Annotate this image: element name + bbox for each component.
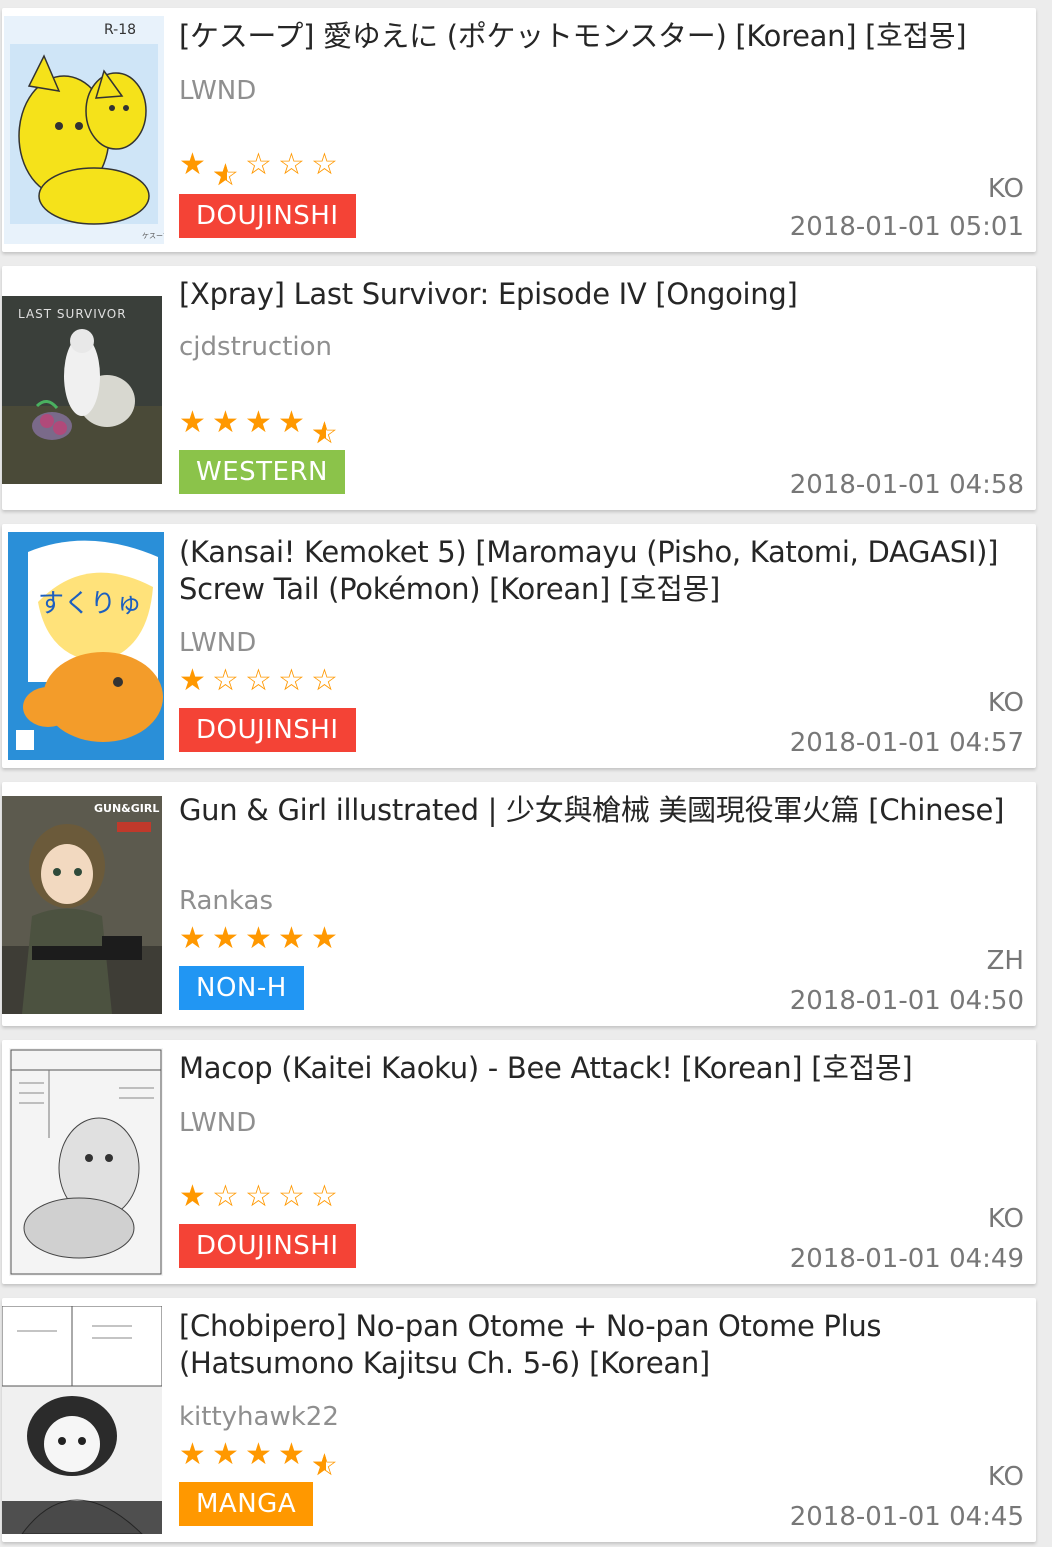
cover-bw-manga-page-icon — [9, 1048, 163, 1276]
star-full-icon: ★ — [311, 921, 338, 956]
gallery-card[interactable]: Macop (Kaitei Kaoku) - Bee Attack! [Kore… — [2, 1040, 1036, 1284]
rating-stars: ★ ★ ★ ★ ☆ ★ — [179, 405, 344, 451]
cover-bw-manga-icon — [2, 1306, 162, 1534]
category-badge: WESTERN — [179, 450, 345, 494]
rating-stars: ★ ★ ★ ★ ★ — [179, 922, 344, 956]
uploader-name: LWND — [179, 628, 257, 658]
uploader-name: cjdstruction — [179, 332, 333, 362]
gallery-card[interactable]: [Chobipero] No-pan Otome + No-pan Otome … — [2, 1298, 1036, 1542]
gallery-title: Gun & Girl illustrated | 少女與槍械 美國現役軍火篇 [… — [179, 793, 1005, 827]
posted-date: 2018-01-01 04:50 — [789, 986, 1024, 1016]
cover-thumbnail[interactable]: すくりゅ — [6, 532, 166, 760]
gallery-title: Macop (Kaitei Kaoku) - Bee Attack! [Kore… — [179, 1051, 913, 1085]
star-half-icon: ☆ ★ — [311, 1448, 338, 1483]
gallery-card[interactable]: すくりゅ (Kansai! Kemoket 5) [Maromayu (Pish… — [2, 524, 1036, 768]
uploader-name: kittyhawk22 — [179, 1402, 339, 1432]
cover-gun-girl-icon: GUN&GIRL — [2, 796, 162, 1014]
cover-dark-western-icon: LAST SURVIVOR — [2, 296, 162, 484]
gallery-card[interactable]: R-18 ケスープ [ケスープ] 愛ゆえに (ポケットモンスター) [Korea… — [2, 8, 1036, 252]
cover-thumbnail[interactable]: LAST SURVIVOR — [2, 296, 162, 484]
category-badge: DOUJINSHI — [179, 1224, 356, 1268]
star-empty-icon: ☆ — [311, 147, 338, 182]
category-badge: DOUJINSHI — [179, 708, 356, 752]
star-empty-icon: ☆ — [245, 1179, 272, 1214]
star-empty-icon: ☆ — [311, 663, 338, 698]
star-empty-icon: ☆ — [278, 147, 305, 182]
category-badge: DOUJINSHI — [179, 194, 356, 238]
category-badge: MANGA — [179, 1482, 314, 1526]
rating-stars: ★ ★ ★ ★ ☆ ★ — [179, 1437, 344, 1483]
star-full-icon: ★ — [212, 405, 239, 440]
uploader-name: Rankas — [179, 886, 273, 916]
star-full-icon: ★ — [245, 1437, 272, 1472]
gallery-title: [Xpray] Last Survivor: Episode IV [Ongoi… — [179, 277, 798, 311]
posted-date: 2018-01-01 04:45 — [789, 1502, 1024, 1532]
star-full-icon: ★ — [278, 1437, 305, 1472]
star-empty-icon: ☆ — [212, 663, 239, 698]
star-empty-icon: ☆ — [245, 147, 272, 182]
star-full-icon: ★ — [179, 921, 206, 956]
language-label: ZH — [986, 946, 1024, 976]
star-full-icon: ★ — [212, 1437, 239, 1472]
language-label: KO — [987, 1462, 1024, 1492]
cover-thumbnail[interactable] — [6, 1048, 166, 1276]
uploader-name: LWND — [179, 1108, 257, 1138]
star-full-icon: ★ — [245, 405, 272, 440]
rating-stars: ★ ☆ ☆ ☆ ☆ — [179, 664, 344, 698]
language-label: KO — [987, 1204, 1024, 1234]
gallery-title: [Chobipero] No-pan Otome + No-pan Otome … — [179, 1309, 882, 1380]
star-full-icon: ★ — [179, 1437, 206, 1472]
star-empty-icon: ☆ — [278, 1179, 305, 1214]
rating-stars: ★ ☆ ★ ☆ ☆ ☆ — [179, 147, 344, 193]
gallery-list: R-18 ケスープ [ケスープ] 愛ゆえに (ポケットモンスター) [Korea… — [0, 0, 1052, 1547]
svg-text:GUN&GIRL: GUN&GIRL — [94, 802, 159, 815]
star-half-icon: ☆ ★ — [311, 416, 338, 451]
svg-text:LAST SURVIVOR: LAST SURVIVOR — [18, 307, 127, 321]
posted-date: 2018-01-01 05:01 — [789, 212, 1024, 242]
star-empty-icon: ☆ — [278, 663, 305, 698]
rating-stars: ★ ☆ ☆ ☆ ☆ — [179, 1180, 344, 1214]
star-full-icon: ★ — [179, 405, 206, 440]
star-empty-icon: ☆ — [212, 1179, 239, 1214]
cover-thumbnail[interactable]: R-18 ケスープ — [4, 16, 164, 244]
gallery-title: (Kansai! Kemoket 5) [Maromayu (Pisho, Ka… — [179, 535, 999, 606]
cover-thumbnail[interactable]: GUN&GIRL — [2, 796, 162, 1014]
star-full-icon: ★ — [179, 1179, 206, 1214]
star-full-icon: ★ — [245, 921, 272, 956]
star-full-icon: ★ — [212, 921, 239, 956]
uploader-name: LWND — [179, 76, 257, 106]
svg-text:R-18: R-18 — [104, 22, 136, 38]
star-empty-icon: ☆ — [311, 1179, 338, 1214]
category-badge: NON-H — [179, 966, 304, 1010]
cover-thumbnail[interactable] — [2, 1306, 162, 1534]
star-half-icon: ☆ ★ — [212, 158, 239, 193]
gallery-card[interactable]: GUN&GIRL Gun & Girl illustrated | 少女與槍械 … — [2, 782, 1036, 1026]
star-full-icon: ★ — [278, 405, 305, 440]
cover-blue-orange-icon: すくりゅ — [8, 532, 164, 760]
star-full-icon: ★ — [179, 147, 206, 182]
star-empty-icon: ☆ — [245, 663, 272, 698]
posted-date: 2018-01-01 04:49 — [789, 1244, 1024, 1274]
svg-text:すくりゅ: すくりゅ — [38, 589, 142, 619]
language-label: KO — [987, 688, 1024, 718]
language-label: KO — [987, 174, 1024, 204]
gallery-card[interactable]: LAST SURVIVOR [Xpray] Last Survivor: Epi… — [2, 266, 1036, 510]
gallery-title: [ケスープ] 愛ゆえに (ポケットモンスター) [Korean] [호접몽] — [179, 19, 967, 53]
star-full-icon: ★ — [278, 921, 305, 956]
cover-yellow-pokemon-icon: R-18 ケスープ — [4, 16, 164, 244]
star-full-icon: ★ — [179, 663, 206, 698]
svg-text:ケスープ: ケスープ — [142, 232, 164, 240]
posted-date: 2018-01-01 04:57 — [789, 728, 1024, 758]
posted-date: 2018-01-01 04:58 — [789, 470, 1024, 500]
